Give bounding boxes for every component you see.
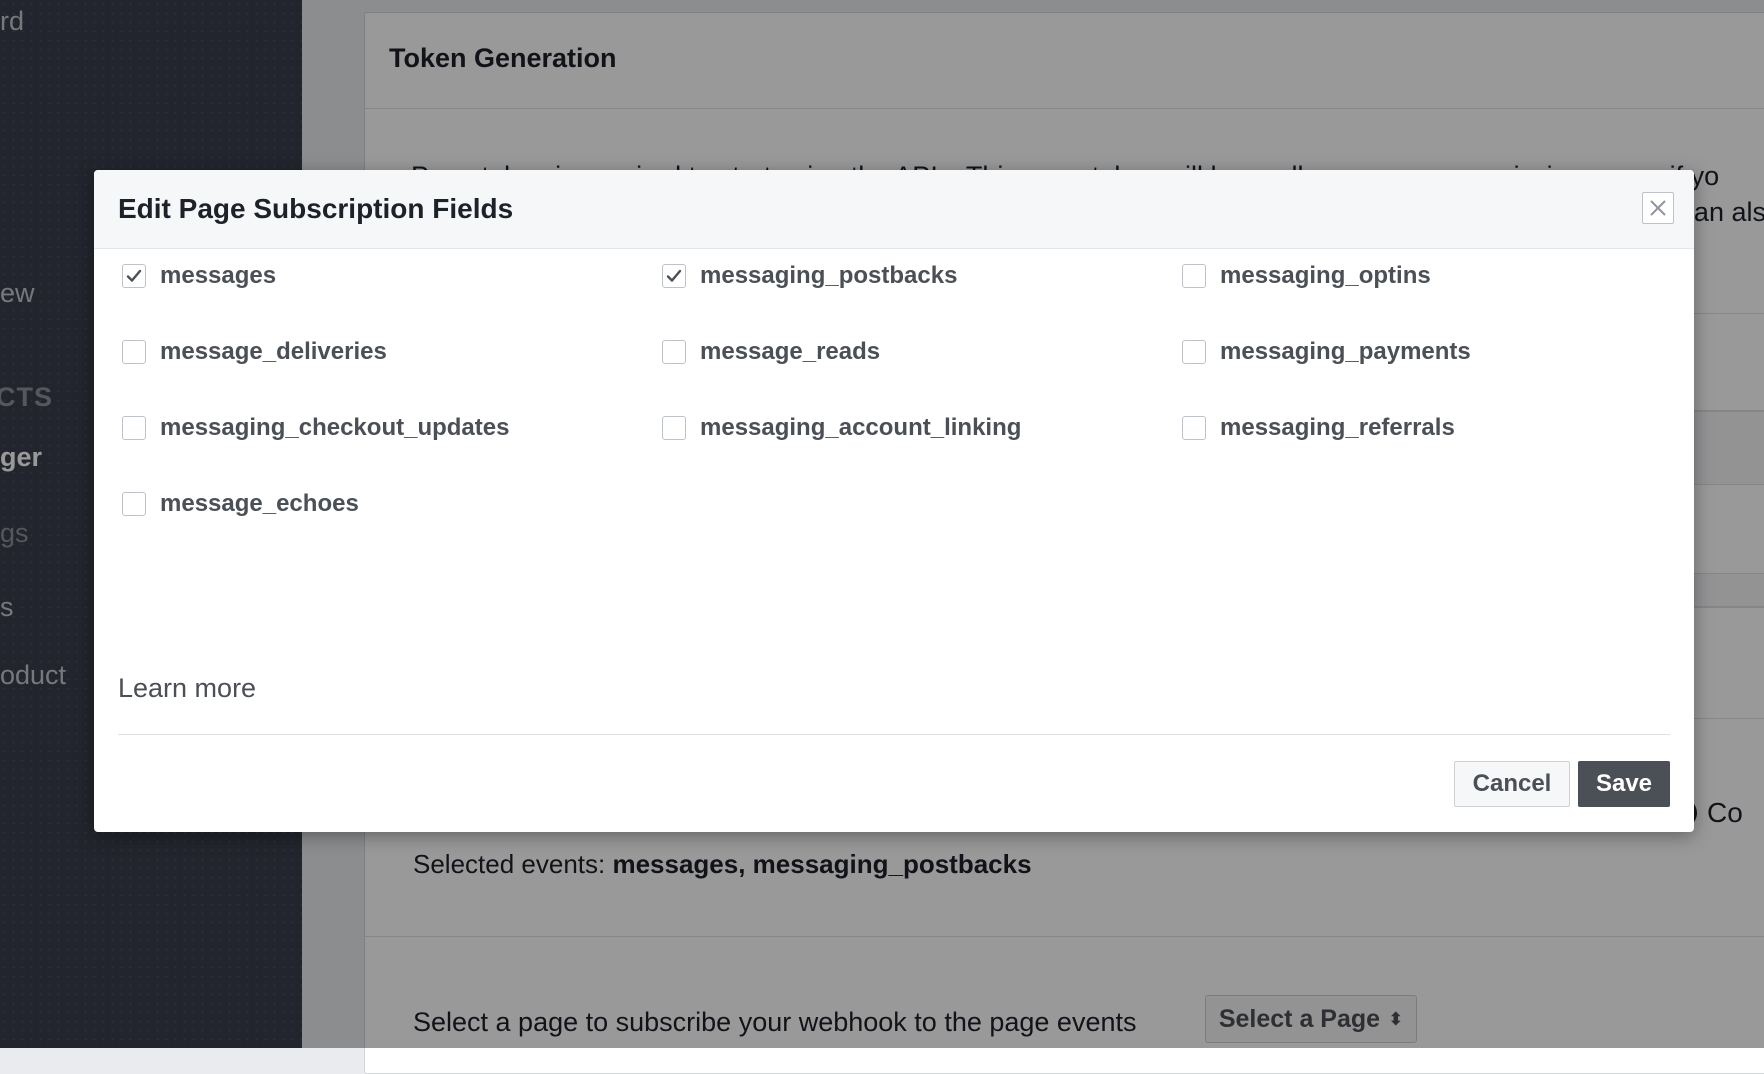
field-messaging-payments[interactable]: messaging_payments <box>1182 332 1471 372</box>
learn-more-link[interactable]: Learn more <box>118 673 256 704</box>
field-label: message_reads <box>700 338 881 365</box>
field-message-echoes[interactable]: message_echoes <box>122 484 359 524</box>
subscription-fields: messages messaging_postbacks messaging_o… <box>94 248 1694 578</box>
field-message-deliveries[interactable]: message_deliveries <box>122 332 387 372</box>
field-label: messaging_referrals <box>1220 414 1455 441</box>
modal-header: Edit Page Subscription Fields <box>94 170 1694 249</box>
edit-subscription-modal: Edit Page Subscription Fields messages m… <box>94 170 1694 832</box>
field-messages[interactable]: messages <box>122 256 276 296</box>
field-label: messages <box>160 262 277 289</box>
field-label: messaging_postbacks <box>700 262 958 289</box>
close-button[interactable] <box>1642 192 1674 224</box>
modal-divider <box>118 734 1670 735</box>
field-label: messaging_checkout_updates <box>160 414 510 441</box>
checkbox[interactable] <box>1182 416 1206 440</box>
field-messaging-checkout-updates[interactable]: messaging_checkout_updates <box>122 408 509 448</box>
field-message-reads[interactable]: message_reads <box>662 332 880 372</box>
cancel-button[interactable]: Cancel <box>1454 761 1570 807</box>
checkbox[interactable] <box>662 340 686 364</box>
checkbox[interactable] <box>1182 264 1206 288</box>
checkbox[interactable] <box>662 264 686 288</box>
field-label: messaging_account_linking <box>700 414 1022 441</box>
field-label: messaging_payments <box>1220 338 1471 365</box>
modal-title: Edit Page Subscription Fields <box>118 193 514 224</box>
checkbox[interactable] <box>122 264 146 288</box>
field-label: message_echoes <box>160 490 359 517</box>
checkbox[interactable] <box>662 416 686 440</box>
checkmark-icon <box>666 269 682 282</box>
field-messaging-postbacks[interactable]: messaging_postbacks <box>662 256 957 296</box>
field-messaging-optins[interactable]: messaging_optins <box>1182 256 1431 296</box>
checkbox[interactable] <box>122 416 146 440</box>
field-label: message_deliveries <box>160 338 387 365</box>
checkbox[interactable] <box>122 340 146 364</box>
checkbox[interactable] <box>1182 340 1206 364</box>
checkmark-icon <box>126 269 142 282</box>
field-label: messaging_optins <box>1220 262 1431 289</box>
save-button[interactable]: Save <box>1578 761 1670 807</box>
close-icon <box>1650 200 1666 216</box>
field-messaging-account-linking[interactable]: messaging_account_linking <box>662 408 1021 448</box>
checkbox[interactable] <box>122 492 146 516</box>
field-messaging-referrals[interactable]: messaging_referrals <box>1182 408 1455 448</box>
